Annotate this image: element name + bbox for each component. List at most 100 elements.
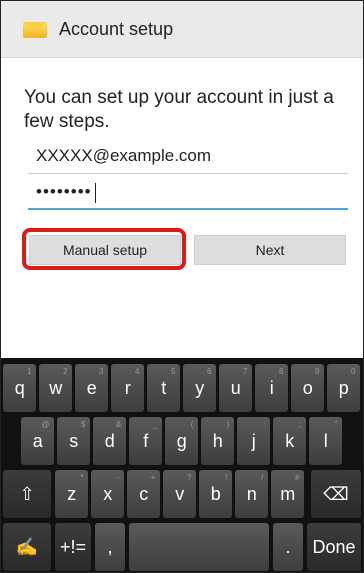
key-w[interactable]: 2w <box>39 364 73 412</box>
key-label: v <box>175 483 185 504</box>
key-o[interactable]: 9o <box>291 364 325 412</box>
key-secondary-label: 6 <box>206 367 212 376</box>
key-v[interactable]: ? v <box>163 470 197 518</box>
key-label: k <box>285 430 295 451</box>
key-label: q <box>14 377 25 398</box>
key-label: g <box>176 430 187 451</box>
backspace-icon[interactable]: ⌫ <box>311 470 361 518</box>
key-secondary-label: ! <box>225 473 228 482</box>
key-a[interactable]: @ a <box>21 417 55 465</box>
comma-key[interactable]: , <box>95 523 125 571</box>
key-secondary-label: + <box>150 473 156 482</box>
key-label: t <box>161 377 167 398</box>
key-label: p <box>338 377 349 398</box>
key-c[interactable]: + c <box>127 470 161 518</box>
next-button[interactable]: Next <box>194 235 346 265</box>
key-label: l <box>323 430 328 451</box>
key-y[interactable]: 6y <box>183 364 217 412</box>
key-secondary-label: : <box>263 420 266 429</box>
key-label: ✍ <box>15 536 39 557</box>
key-secondary-label: # <box>294 473 300 482</box>
key-label: ⇧ <box>19 483 35 504</box>
key-secondary-label: 8 <box>278 367 284 376</box>
key-g[interactable]: (g <box>165 417 199 465</box>
key-n[interactable]: / n <box>235 470 269 518</box>
key-l[interactable]: " l <box>309 417 343 465</box>
email-field[interactable]: XXXXX@example.com <box>28 144 348 174</box>
intro-text: You can set up your account in just a fe… <box>24 87 334 132</box>
key-label: m <box>280 483 296 504</box>
key-label: s <box>69 430 79 451</box>
highlight-box <box>22 228 186 270</box>
key-secondary-label: 4 <box>134 367 140 376</box>
app-window: Account setup You can set up your accoun… <box>0 0 364 573</box>
key-label: j <box>251 430 256 451</box>
key-k[interactable]: ; k <box>273 417 307 465</box>
done-key[interactable]: Done <box>307 523 361 571</box>
key-j[interactable]: :j <box>237 417 271 465</box>
key-h[interactable]: ) h <box>201 417 235 465</box>
key-label: c <box>139 483 149 504</box>
key-x[interactable]: -x <box>91 470 125 518</box>
email-envelope-icon <box>21 18 49 40</box>
key-label: +!= <box>59 536 87 557</box>
key-label: o <box>302 377 313 398</box>
account-setup-form: You can set up your account in just a fe… <box>1 58 363 358</box>
key-label: n <box>246 483 257 504</box>
key-secondary-label: 3 <box>98 367 104 376</box>
title-bar: Account setup <box>1 1 363 58</box>
key-label: a <box>32 430 43 451</box>
key-m[interactable]: # m <box>271 470 305 518</box>
key-p[interactable]: 0p <box>327 364 361 412</box>
key-secondary-label: ; <box>299 420 302 429</box>
key-s[interactable]: $ s <box>57 417 91 465</box>
key-label: r <box>124 377 131 398</box>
key-label: x <box>103 483 113 504</box>
key-label: ⌫ <box>323 483 349 504</box>
key-label: y <box>195 377 205 398</box>
key-label: u <box>230 377 241 398</box>
key-d[interactable]: & d <box>93 417 127 465</box>
key-label: i <box>269 377 274 398</box>
onscreen-keyboard: 1 q 2 w 3 e 4 r 5 t 6 y 7 u 8 i 9 o 0 p @ a $ s & d _ f(g) h: j; k " l ⇧ *… <box>1 358 363 572</box>
key-label: Done <box>312 536 356 557</box>
key-secondary-label: 9 <box>314 367 320 376</box>
key-secondary-label: 7 <box>242 367 248 376</box>
key-label: h <box>212 430 223 451</box>
key-secondary-label: / <box>261 473 264 482</box>
symbols-key[interactable]: +!= <box>55 523 91 571</box>
key-label: , <box>107 536 113 557</box>
password-field[interactable]: •••••••• <box>28 178 348 210</box>
key-secondary-label: @ <box>41 420 50 429</box>
key-secondary-label: 1 <box>26 367 32 376</box>
key-secondary-label: ? <box>186 473 192 482</box>
email-value: XXXXX@example.com <box>36 146 212 165</box>
key-b[interactable]: ! b <box>199 470 233 518</box>
key-e[interactable]: 3e <box>75 364 109 412</box>
key-secondary-label: ) <box>226 420 230 429</box>
key-label: d <box>104 430 115 451</box>
key-label: z <box>67 483 77 504</box>
key-f[interactable]: _ f <box>129 417 163 465</box>
key-secondary-label: ( <box>190 420 194 429</box>
key-q[interactable]: 1q <box>3 364 37 412</box>
key-secondary-label: $ <box>80 420 86 429</box>
space-key[interactable] <box>129 523 269 571</box>
key-i[interactable]: 8i <box>255 364 289 412</box>
text-cursor <box>94 182 96 203</box>
key-secondary-label: - <box>116 473 120 482</box>
key-secondary-label: _ <box>152 420 158 429</box>
key-label: f <box>143 430 149 451</box>
key-r[interactable]: 4r <box>111 364 145 412</box>
period-key[interactable]: . <box>273 523 303 571</box>
key-z[interactable]: * z <box>55 470 89 518</box>
shift-arrow-icon[interactable]: ⇧ <box>3 470 51 518</box>
key-secondary-label: & <box>116 420 122 429</box>
key-label: b <box>210 483 221 504</box>
key-label: . <box>285 536 291 557</box>
key-label: w <box>49 377 63 398</box>
key-t[interactable]: 5t <box>147 364 181 412</box>
key-u[interactable]: 7u <box>219 364 253 412</box>
swype-icon[interactable]: ✍ <box>3 523 51 571</box>
key-secondary-label: 2 <box>62 367 68 376</box>
